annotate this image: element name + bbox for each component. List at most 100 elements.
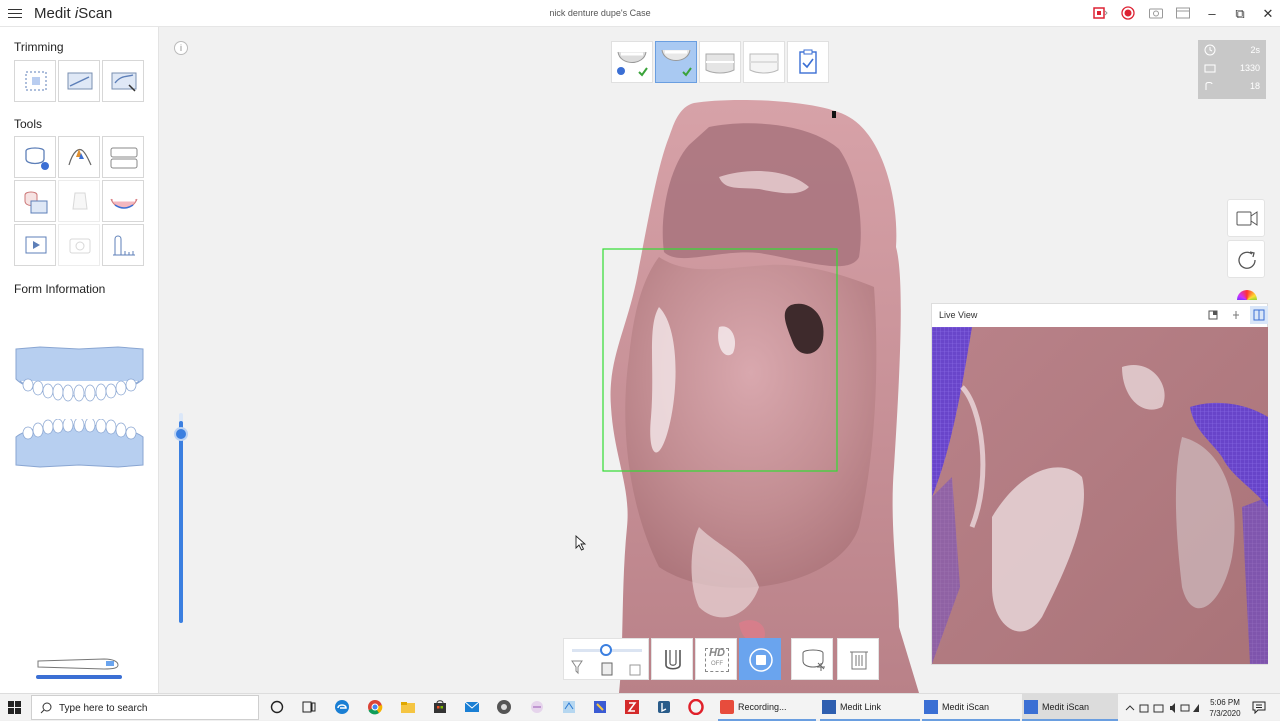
- live-view-dock-icon[interactable]: [1208, 310, 1218, 320]
- maximize-button[interactable]: ⧉: [1226, 4, 1254, 24]
- tooth-lock-button[interactable]: [14, 136, 56, 178]
- medit-link-icon: [822, 700, 836, 714]
- left-panel: Trimming Tools Form Information: [0, 27, 159, 693]
- stop-icon: [749, 648, 773, 672]
- filter-slider-control[interactable]: [563, 638, 649, 680]
- taskbar-app-medit-link[interactable]: Medit Link: [820, 694, 920, 721]
- medit-iscan-icon: [924, 700, 938, 714]
- measure-button[interactable]: [102, 224, 144, 266]
- live-view-pin-icon[interactable]: [1231, 310, 1241, 320]
- stop-scan-button[interactable]: [739, 638, 781, 680]
- taskbar-app-label: Medit Link: [840, 702, 882, 712]
- bottom-toolbar: HD OFF: [563, 638, 879, 680]
- store-icon[interactable]: [432, 699, 448, 715]
- color-mark-button[interactable]: [58, 136, 100, 178]
- taskbar-app-label: Medit iScan: [942, 702, 990, 712]
- 3d-viewport[interactable]: i 2s 1330 18 Live View HD OFF: [159, 27, 1280, 693]
- tooth-lock-icon: [25, 147, 49, 170]
- trim-brush-icon: [111, 72, 137, 92]
- scanner-device-icon: [36, 658, 122, 679]
- system-tray-icons[interactable]: [1124, 702, 1200, 714]
- trim-lasso-icon: [67, 72, 93, 90]
- playback-button[interactable]: [14, 224, 56, 266]
- scan-mode-button[interactable]: [651, 638, 693, 680]
- taskbar-app-medit-iscan-2[interactable]: Medit iScan: [1022, 694, 1118, 721]
- live-camera-feed: [932, 327, 1268, 664]
- hd-state: OFF: [711, 661, 723, 667]
- clock-time: 5:06 PM: [1210, 698, 1240, 707]
- taskbar-app-recording[interactable]: Recording...: [718, 694, 816, 721]
- filter-options-icon: [571, 660, 641, 676]
- jaw-scan-icon: [665, 650, 681, 670]
- abutment-icon: [72, 192, 88, 210]
- minimize-button[interactable]: –: [1198, 4, 1226, 24]
- compare-button[interactable]: [14, 180, 56, 222]
- search-placeholder: Type here to search: [59, 703, 148, 714]
- taskbar: Type here to search Recording... Medit L…: [0, 693, 1280, 721]
- app-icon-4[interactable]: [592, 699, 608, 715]
- abutment-button[interactable]: [58, 180, 100, 222]
- trim-brush-button[interactable]: [102, 60, 144, 102]
- taskbar-app-label: Recording...: [738, 702, 787, 712]
- clock-date: 7/3/2020: [1209, 709, 1241, 718]
- app-icon-1[interactable]: [496, 699, 512, 715]
- arch-display-icon: [110, 147, 138, 169]
- title-bar: Medit iScan nick denture dupe's Case – ⧉…: [0, 0, 1280, 27]
- layout-icon: [1253, 309, 1265, 321]
- edge-browser-icon[interactable]: [334, 699, 350, 715]
- record-area-icon[interactable]: [1092, 6, 1108, 20]
- color-mark-icon: [68, 148, 92, 166]
- live-view-layout-button[interactable]: [1250, 306, 1268, 324]
- mail-icon[interactable]: [464, 699, 480, 715]
- form-information-label: Form Information: [14, 282, 106, 296]
- search-icon: [40, 702, 52, 714]
- chrome-icon[interactable]: [367, 699, 383, 715]
- window-capture-icon[interactable]: [1175, 6, 1191, 20]
- arch-display-button[interactable]: [102, 136, 144, 178]
- trim-box-icon: [25, 71, 47, 91]
- denture-button[interactable]: [102, 180, 144, 222]
- taskbar-search-input[interactable]: Type here to search: [31, 695, 259, 720]
- capture-button[interactable]: [58, 224, 100, 266]
- app-icon-3[interactable]: [561, 699, 577, 715]
- task-view-icon[interactable]: [301, 699, 317, 715]
- cortana-icon[interactable]: [269, 699, 285, 715]
- opera-icon[interactable]: [688, 699, 704, 715]
- recording-app-icon: [720, 700, 734, 714]
- hd-label: HD: [709, 647, 725, 659]
- play-icon: [25, 236, 47, 254]
- ruler-icon: [113, 235, 135, 256]
- filter-slider-handle[interactable]: [600, 644, 612, 656]
- system-clock[interactable]: 5:06 PM 7/3/2020: [1203, 697, 1247, 719]
- app-icon-5[interactable]: [624, 699, 640, 715]
- snowflake-tooth-icon: [802, 649, 825, 671]
- maxilla-form-icon[interactable]: [14, 345, 145, 403]
- denture-icon: [110, 198, 138, 209]
- screenshot-icon[interactable]: [1148, 6, 1164, 20]
- file-explorer-icon[interactable]: [400, 699, 416, 715]
- live-view-panel[interactable]: Live View: [931, 303, 1268, 665]
- close-button[interactable]: ✕: [1254, 4, 1280, 24]
- trash-icon: [850, 651, 868, 670]
- windows-start-icon[interactable]: [8, 701, 21, 714]
- compare-icon: [24, 191, 48, 214]
- tools-label: Tools: [14, 117, 43, 131]
- frost-filter-button[interactable]: [791, 638, 833, 680]
- mouse-cursor-icon: [575, 535, 587, 551]
- taskbar-app-medit-iscan-1[interactable]: Medit iScan: [922, 694, 1020, 721]
- record-icon[interactable]: [1120, 6, 1136, 20]
- case-title: nick denture dupe's Case: [549, 8, 651, 18]
- mandible-form-icon[interactable]: [14, 419, 145, 471]
- camera-icon: [69, 238, 91, 254]
- medit-iscan-icon: [1024, 700, 1038, 714]
- trim-box-button[interactable]: [14, 60, 56, 102]
- delete-button[interactable]: [837, 638, 879, 680]
- trim-lasso-button[interactable]: [58, 60, 100, 102]
- app-icon-2[interactable]: [529, 699, 545, 715]
- app-icon-6[interactable]: [656, 699, 672, 715]
- trimming-label: Trimming: [14, 40, 64, 54]
- notification-icon[interactable]: [1252, 701, 1266, 714]
- hd-toggle-button[interactable]: HD OFF: [695, 638, 737, 680]
- live-view-title: Live View: [939, 310, 978, 320]
- taskbar-app-label: Medit iScan: [1042, 702, 1090, 712]
